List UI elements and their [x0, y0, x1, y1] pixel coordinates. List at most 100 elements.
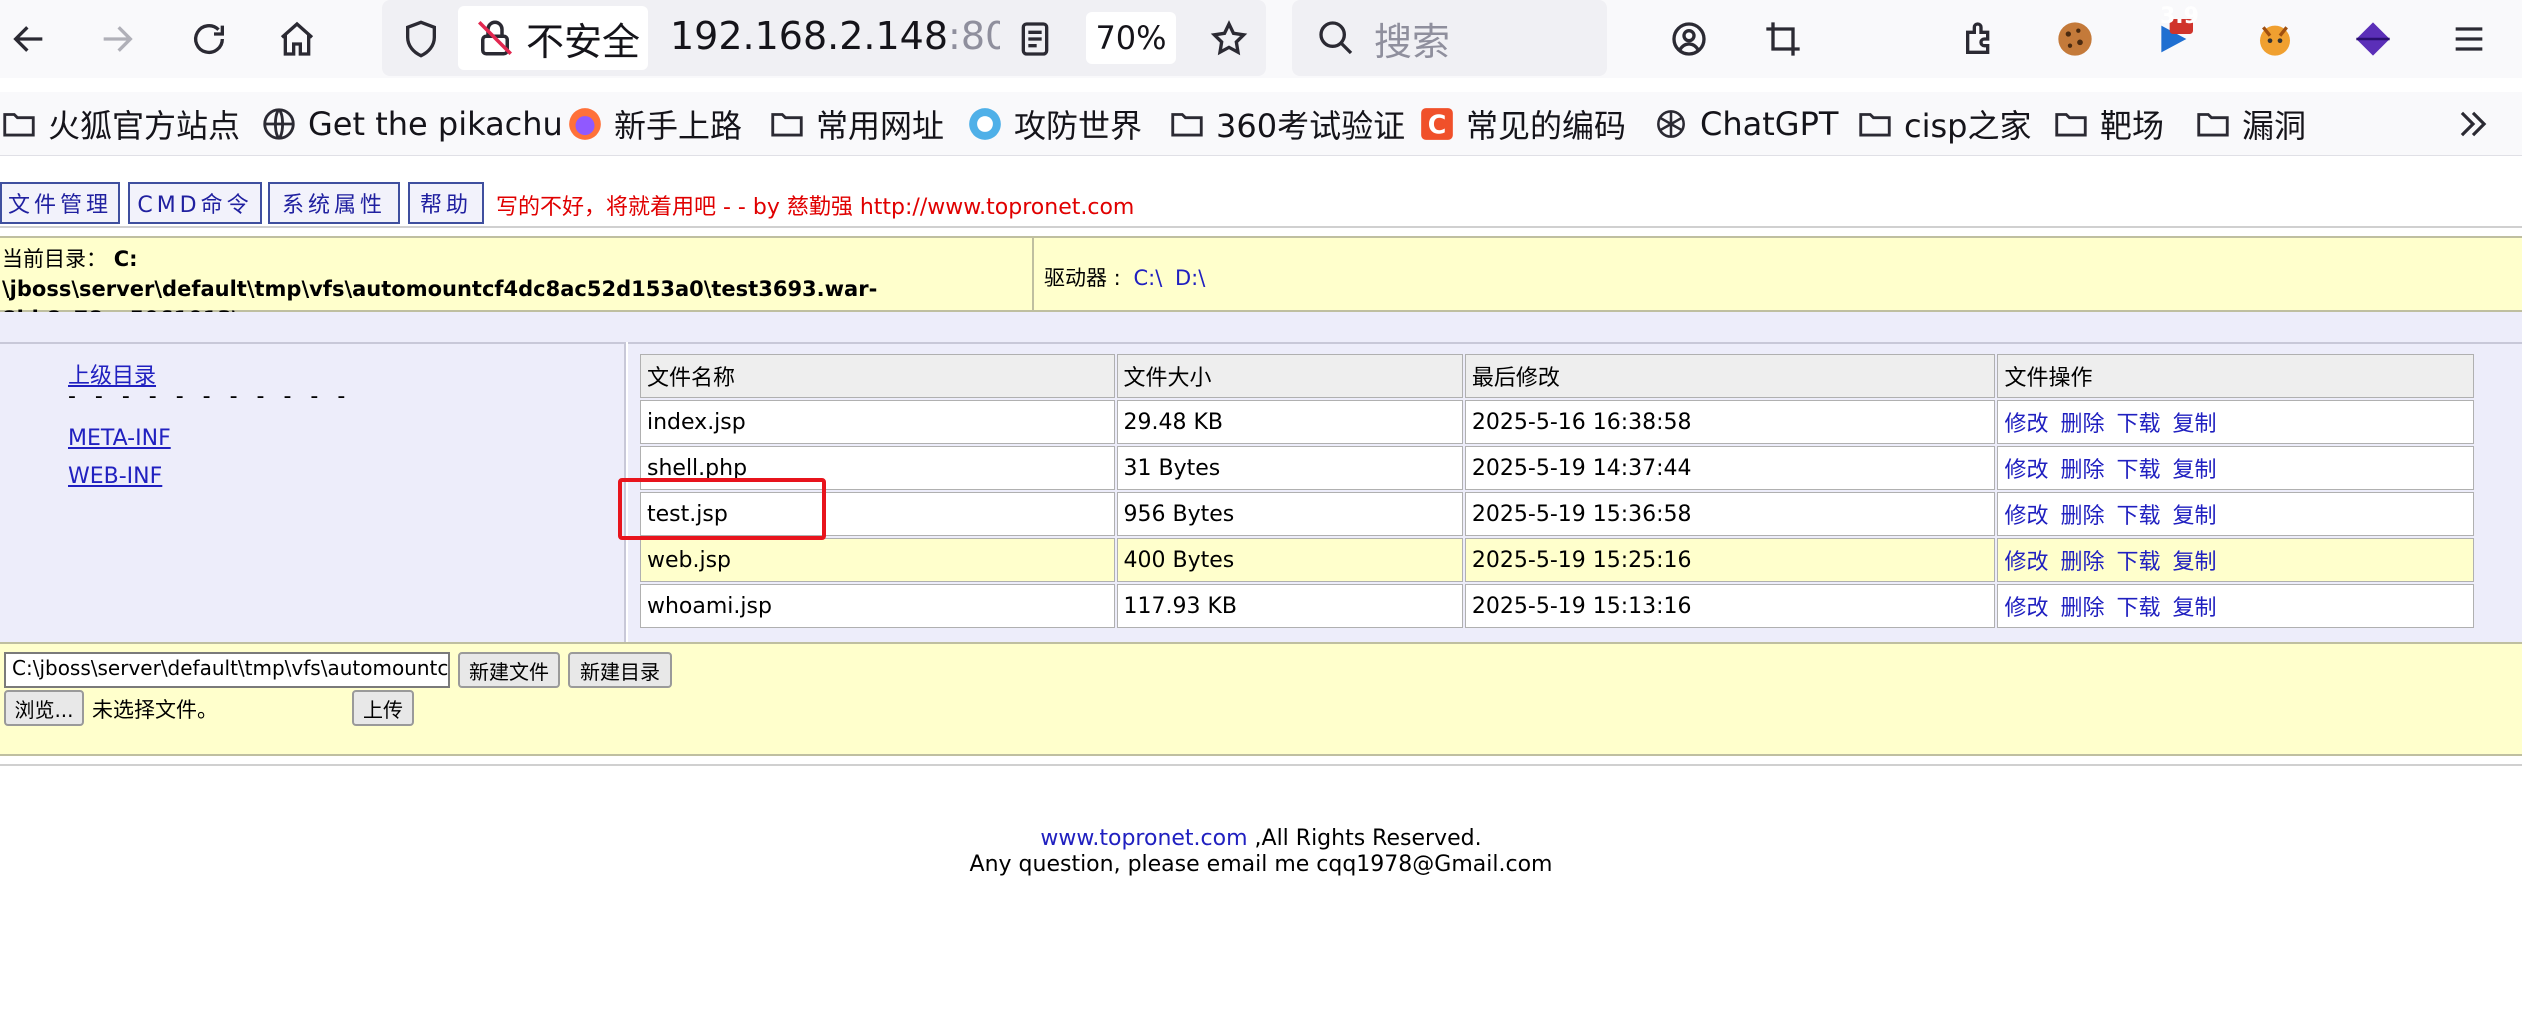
delete-link[interactable]: 删除	[2060, 458, 2104, 483]
site-icon	[966, 105, 1004, 143]
new-dir-button[interactable]: 新建目录	[568, 652, 672, 688]
copy-link[interactable]: 复制	[2173, 504, 2217, 529]
file-size: 31 Bytes	[1116, 446, 1463, 490]
bookmark-label: Get the pikachu	[308, 105, 563, 143]
footer-contact: Any question, please email me cqq1978@Gm…	[969, 852, 1553, 877]
crop-screenshot-icon[interactable]	[1754, 10, 1812, 68]
security-label: 不安全	[526, 19, 641, 64]
new-file-button[interactable]: 新建文件	[458, 652, 560, 688]
bookmark-item[interactable]: 火狐官方站点	[0, 100, 240, 148]
shield-icon[interactable]	[392, 10, 450, 68]
divider	[0, 226, 2522, 228]
delete-link[interactable]: 删除	[2060, 596, 2104, 621]
dir-link-meta-inf[interactable]: META-INF	[68, 426, 171, 451]
fox-extension-icon[interactable]	[2246, 10, 2304, 68]
folder-icon	[2052, 105, 2090, 143]
bookmark-item[interactable]: C 常见的编码	[1418, 100, 1626, 148]
bookmark-item[interactable]: 常用网址	[768, 100, 944, 148]
drive-d-link[interactable]: D:\	[1175, 266, 1205, 290]
menu-hamburger-icon[interactable]	[2440, 10, 2498, 68]
bookmark-label: 常见的编码	[1466, 107, 1627, 145]
bookmark-label: 漏洞	[2242, 107, 2307, 145]
cmd-button[interactable]: CMD命令	[128, 182, 262, 224]
cookie-extension-icon[interactable]	[2046, 10, 2104, 68]
url-text[interactable]: 192.168.2.148:8080/	[670, 14, 1000, 58]
dir-separator: - - - - - - - - - - -	[68, 384, 352, 409]
footer-rights: ,All Rights Reserved.	[1247, 826, 1482, 851]
url-port: :8080/	[948, 14, 1000, 58]
account-icon[interactable]	[1660, 10, 1718, 68]
download-link[interactable]: 下载	[2117, 550, 2161, 575]
copy-link[interactable]: 复制	[2173, 550, 2217, 575]
bookmark-item[interactable]: ChatGPT	[1652, 100, 1838, 148]
home-icon[interactable]	[268, 10, 326, 68]
edit-link[interactable]: 修改	[2004, 550, 2048, 575]
search-placeholder: 搜索	[1374, 19, 1451, 64]
delete-link[interactable]: 删除	[2060, 504, 2104, 529]
bookmark-item[interactable]: 攻防世界	[966, 100, 1142, 148]
file-size: 400 Bytes	[1116, 538, 1463, 582]
drives: 驱动器 : C:\ D:\	[1044, 262, 1205, 292]
bookmark-label: cisp之家	[1904, 107, 2032, 145]
help-button[interactable]: 帮助	[408, 182, 484, 224]
extension-badge: 3.9	[2160, 4, 2199, 29]
search-box[interactable]: 搜索	[1292, 0, 1607, 76]
bookmark-label: ChatGPT	[1700, 105, 1839, 143]
delete-link[interactable]: 删除	[2060, 550, 2104, 575]
file-size: 29.48 KB	[1116, 400, 1463, 444]
svg-text:C: C	[1428, 110, 1447, 140]
current-dir-path-line1: C:	[113, 247, 138, 271]
drive-c-link[interactable]: C:\	[1133, 266, 1162, 290]
copy-link[interactable]: 复制	[2173, 596, 2217, 621]
bookmarks-bar: 火狐官方站点 Get the pikachu 新手上路 常用网址 攻防世界 36…	[0, 92, 2522, 156]
download-link[interactable]: 下载	[2117, 504, 2161, 529]
file-actions: 修改 删除 下载 复制	[1997, 400, 2474, 444]
diamond-extension-icon[interactable]	[2344, 10, 2402, 68]
upload-button[interactable]: 上传	[352, 690, 414, 726]
forward-arrow-icon[interactable]	[88, 10, 146, 68]
insecure-badge[interactable]: 不安全	[458, 6, 648, 70]
dir-link-web-inf[interactable]: WEB-INF	[68, 464, 162, 489]
edit-link[interactable]: 修改	[2004, 504, 2048, 529]
system-props-button[interactable]: 系统属性	[268, 182, 400, 224]
extensions-puzzle-icon[interactable]	[1952, 10, 2010, 68]
star-bookmark-icon[interactable]	[1200, 10, 1258, 68]
copy-link[interactable]: 复制	[2173, 412, 2217, 437]
edit-link[interactable]: 修改	[2004, 596, 2048, 621]
divider	[1032, 236, 1034, 312]
back-arrow-icon[interactable]	[0, 10, 58, 68]
bookmark-label: 常用网址	[816, 107, 945, 145]
bookmark-item[interactable]: 新手上路	[566, 100, 742, 148]
bookmark-item[interactable]: 360考试验证	[1168, 100, 1405, 148]
current-dir-label: 当前目录：	[2, 247, 107, 271]
reload-icon[interactable]	[180, 10, 238, 68]
file-name: index.jsp	[640, 400, 1115, 444]
globe-icon	[260, 105, 298, 143]
delete-link[interactable]: 删除	[2060, 412, 2104, 437]
file-actions: 修改 删除 下载 复制	[1997, 538, 2474, 582]
drives-label: 驱动器 :	[1044, 266, 1121, 290]
reader-view-icon[interactable]	[1006, 10, 1064, 68]
bookmark-item[interactable]: 靶场	[2052, 100, 2164, 148]
edit-link[interactable]: 修改	[2004, 458, 2048, 483]
footer-site-link[interactable]: www.topronet.com	[1040, 826, 1247, 851]
file-manage-button[interactable]: 文件管理	[0, 182, 120, 224]
bookmark-item[interactable]: 漏洞	[2194, 100, 2306, 148]
download-link[interactable]: 下载	[2117, 596, 2161, 621]
file-modified: 2025-5-19 15:36:58	[1464, 492, 1996, 536]
download-link[interactable]: 下载	[2117, 412, 2161, 437]
bookmark-label: 靶场	[2100, 107, 2165, 145]
browse-button[interactable]: 浏览...	[4, 690, 84, 726]
bookmark-item[interactable]: Get the pikachu	[260, 100, 563, 148]
bookmarks-overflow-icon[interactable]	[2454, 100, 2492, 148]
table-row: test.jsp 956 Bytes 2025-5-19 15:36:58 修改…	[640, 492, 2474, 536]
path-input[interactable]: C:\jboss\server\default\tmp\vfs\automoun…	[4, 652, 450, 688]
file-size: 117.93 KB	[1116, 584, 1463, 628]
edit-link[interactable]: 修改	[2004, 412, 2048, 437]
bookmark-item[interactable]: cisp之家	[1856, 100, 2031, 148]
zoom-level-button[interactable]: 70%	[1086, 12, 1176, 64]
column-header: 文件操作	[1997, 354, 2474, 398]
download-link[interactable]: 下载	[2117, 458, 2161, 483]
file-actions: 修改 删除 下载 复制	[1997, 584, 2474, 628]
copy-link[interactable]: 复制	[2173, 458, 2217, 483]
